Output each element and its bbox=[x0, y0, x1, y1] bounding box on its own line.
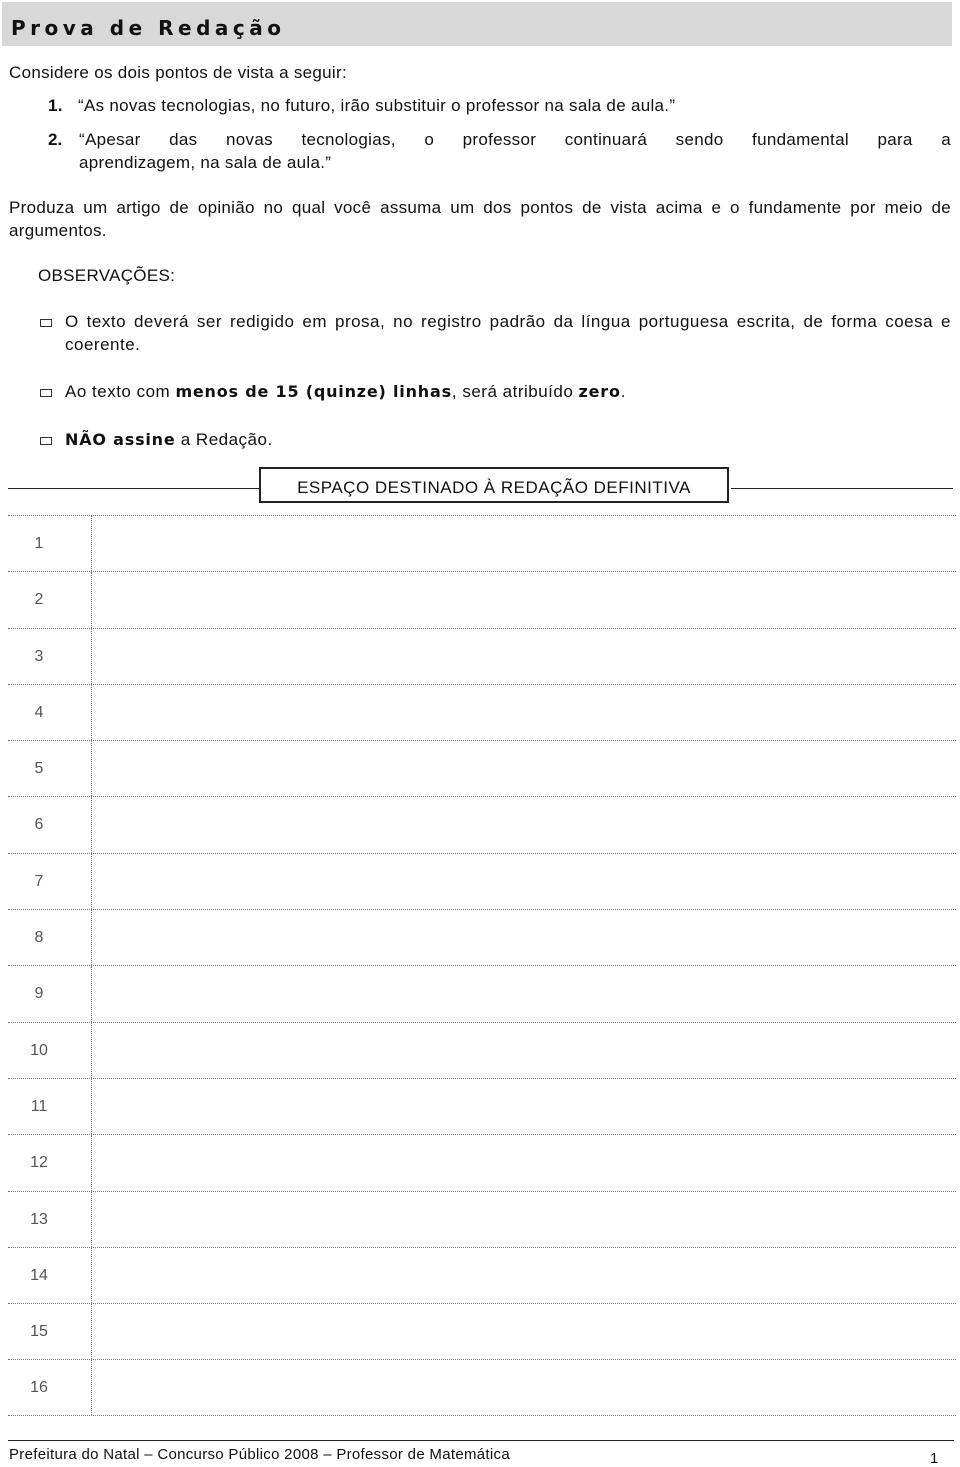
answer-line: 12 bbox=[8, 1134, 956, 1191]
writing-space[interactable] bbox=[92, 629, 956, 684]
writing-space[interactable] bbox=[92, 1192, 956, 1247]
line-number: 14 bbox=[30, 1266, 48, 1284]
line-number: 13 bbox=[30, 1210, 48, 1228]
line-number: 6 bbox=[34, 816, 44, 834]
obs-text: , será atribuído bbox=[451, 382, 579, 401]
observation-1: O texto deverá ser redigido em prosa, no… bbox=[65, 312, 951, 354]
answer-line: 1 bbox=[8, 515, 956, 572]
obs-bold-text: NÃO assine bbox=[65, 430, 176, 449]
footer-text: Prefeitura do Natal – Concurso Público 2… bbox=[9, 1446, 510, 1463]
answer-line: 4 bbox=[8, 683, 956, 741]
writing-space[interactable] bbox=[92, 1360, 956, 1414]
header-bar: Prova de Redação bbox=[2, 2, 952, 46]
viewpoint-2-text-line1: “Apesar das novas tecnologias, o profess… bbox=[79, 130, 951, 149]
footer-divider bbox=[8, 1440, 954, 1441]
observation-3: NÃO assine a Redação. bbox=[65, 428, 951, 451]
viewpoint-2-text-line2: aprendizagem, na sala de aula.” bbox=[79, 153, 332, 172]
viewpoint-2-number: 2. bbox=[48, 130, 63, 149]
line-number: 7 bbox=[34, 872, 44, 890]
line-number: 16 bbox=[30, 1379, 48, 1397]
answer-line: 14 bbox=[8, 1246, 956, 1304]
obs-bold-text: menos de 15 (quinze) linhas bbox=[175, 382, 452, 401]
writing-space[interactable] bbox=[92, 572, 956, 627]
answer-line: 6 bbox=[8, 796, 956, 853]
writing-space[interactable] bbox=[92, 910, 956, 965]
line-number: 8 bbox=[34, 929, 44, 947]
answer-line: 3 bbox=[8, 627, 956, 684]
answer-line: 9 bbox=[8, 965, 956, 1022]
answer-line: 15 bbox=[8, 1303, 956, 1360]
page-title: Prova de Redação bbox=[11, 16, 286, 40]
obs-bold-text: zero bbox=[578, 382, 621, 401]
line-number: 11 bbox=[30, 1097, 48, 1115]
answer-line: 16 bbox=[8, 1359, 956, 1416]
square-bullet-icon bbox=[40, 319, 52, 327]
answer-line: 13 bbox=[8, 1190, 956, 1247]
line-number: 15 bbox=[30, 1323, 48, 1341]
obs-text: a Redação. bbox=[175, 430, 273, 449]
square-bullet-icon bbox=[40, 389, 52, 397]
viewpoint-1: 1. “As novas tecnologias, no futuro, irão… bbox=[48, 94, 948, 117]
line-number: 1 bbox=[34, 535, 44, 552]
writing-space[interactable] bbox=[92, 1304, 956, 1359]
observations-heading: OBSERVAÇÕES: bbox=[38, 266, 176, 285]
answer-line: 10 bbox=[8, 1021, 956, 1078]
line-number: 4 bbox=[34, 703, 44, 721]
intro-text: Considere os dois pontos de vista a segu… bbox=[9, 63, 347, 82]
answer-line: 7 bbox=[8, 852, 956, 910]
divider-right bbox=[731, 488, 953, 489]
writing-space[interactable] bbox=[92, 797, 956, 852]
writing-space[interactable] bbox=[92, 854, 956, 909]
line-number: 3 bbox=[34, 647, 44, 665]
square-bullet-icon bbox=[40, 437, 52, 445]
divider-left bbox=[8, 488, 260, 489]
section-label: ESPAÇO DESTINADO À REDAÇÃO DEFINITIVA bbox=[297, 478, 691, 497]
writing-space[interactable] bbox=[92, 966, 956, 1021]
answer-lines: 1 2 3 4 5 6 7 8 9 10 11 12 13 14 15 16 bbox=[8, 515, 956, 1416]
writing-space[interactable] bbox=[92, 1023, 956, 1078]
answer-line: 8 bbox=[8, 909, 956, 966]
writing-space[interactable] bbox=[92, 1248, 956, 1303]
obs-text: . bbox=[620, 382, 627, 401]
line-number: 5 bbox=[34, 760, 44, 778]
answer-line: 2 bbox=[8, 571, 956, 628]
line-number: 9 bbox=[34, 985, 44, 1003]
viewpoint-text: “As novas tecnologias, no futuro, irão s… bbox=[78, 96, 676, 115]
section-label-box: ESPAÇO DESTINADO À REDAÇÃO DEFINITIVA bbox=[259, 467, 729, 503]
page-number: 1 bbox=[930, 1450, 939, 1467]
line-number: 12 bbox=[30, 1154, 48, 1172]
viewpoint-number: 1. bbox=[48, 96, 63, 115]
observation-2: Ao texto com menos de 15 (quinze) linhas… bbox=[65, 380, 951, 403]
writing-space[interactable] bbox=[92, 741, 956, 796]
essay-prompt: Produza um artigo de opinião no qual voc… bbox=[9, 198, 951, 240]
writing-space[interactable] bbox=[92, 1135, 956, 1190]
line-number: 2 bbox=[34, 591, 44, 609]
answer-line: 5 bbox=[8, 740, 956, 797]
obs-text: Ao texto com bbox=[65, 382, 176, 401]
answer-line: 11 bbox=[8, 1077, 956, 1135]
writing-space[interactable] bbox=[92, 685, 956, 740]
line-number: 10 bbox=[30, 1041, 48, 1059]
writing-space[interactable] bbox=[92, 516, 956, 571]
writing-space[interactable] bbox=[92, 1079, 956, 1134]
